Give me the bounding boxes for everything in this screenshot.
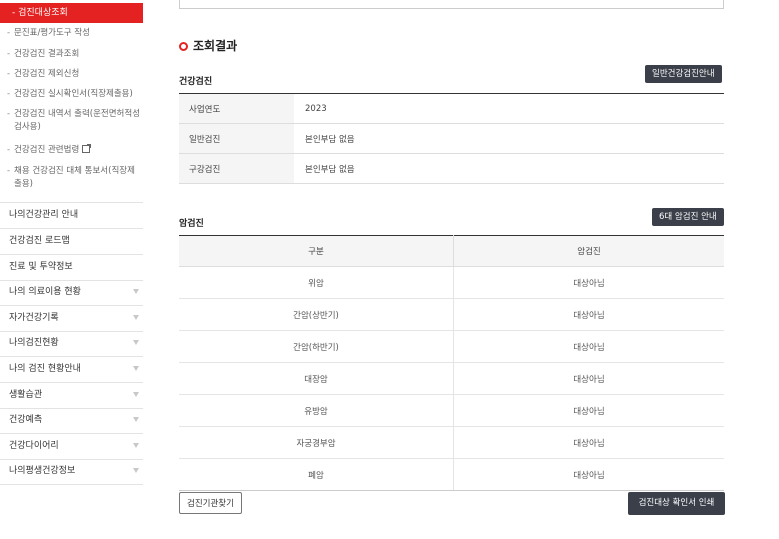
menu-item-lifestyle[interactable]: 생활습관 [0, 383, 143, 408]
sidebar-item-active[interactable]: - 검진대상조회 [0, 3, 143, 23]
sidebar-subitem-results[interactable]: 건강검진 결과조회 [7, 48, 142, 61]
table-row: 일반검진 본인부담 없음 [179, 123, 724, 154]
cancer-status: 대상아님 [453, 330, 724, 363]
page-title: 조회결과 [179, 37, 237, 54]
chevron-down-icon [133, 340, 139, 345]
table-row: 대장암 대상아님 [179, 362, 724, 395]
menu-item-self-record[interactable]: 자가건강기록 [0, 306, 143, 331]
menu-item-roadmap[interactable]: 건강검진 로드맵 [0, 229, 143, 254]
menu-item-diary[interactable]: 건강다이어리 [0, 434, 143, 459]
table-row: 위암 대상아님 [179, 266, 724, 299]
table-row: 유방암 대상아님 [179, 394, 724, 427]
search-form-box [179, 0, 724, 9]
row-value: 2023 [294, 93, 724, 124]
find-institution-button[interactable]: 검진기관찾기 [179, 492, 242, 514]
cancer-type: 자궁경부암 [179, 426, 454, 459]
location-pin-icon [179, 42, 188, 51]
sidebar-subitem-exclusion[interactable]: 건강검진 제외신청 [7, 68, 142, 81]
row-label: 사업연도 [179, 93, 294, 124]
cancer-type: 대장암 [179, 362, 454, 395]
menu-divider [0, 484, 143, 485]
sidebar-subitem-certificate[interactable]: 건강검진 실시확인서(직장제출용) [7, 88, 142, 101]
external-link-icon [82, 144, 92, 153]
row-value: 본인부담 없음 [294, 153, 724, 184]
sidebar-subitem-license-print[interactable]: 건강검진 내역서 출력(운전면허적성검사용) [7, 108, 142, 134]
menu-item-prediction[interactable]: 건강예측 [0, 408, 143, 433]
menu-item-health-guide[interactable]: 나의건강관리 안내 [0, 203, 143, 228]
chevron-down-icon [133, 392, 139, 397]
cancer-status: 대상아님 [453, 458, 724, 491]
sidebar-subitem-employment[interactable]: 채용 건강검진 대체 통보서(직장제출용) [7, 165, 142, 191]
chevron-down-icon [133, 417, 139, 422]
row-label: 일반검진 [179, 123, 294, 154]
sidebar-subitem-law[interactable]: 건강검진 관련법령 [7, 144, 142, 157]
chevron-down-icon [133, 468, 139, 473]
chevron-down-icon [133, 366, 139, 371]
chevron-down-icon [133, 289, 139, 294]
table-header-row: 구분 암검진 [179, 235, 724, 267]
table-row: 구강검진 본인부담 없음 [179, 153, 724, 184]
column-header: 암검진 [453, 235, 724, 267]
menu-item-treatment[interactable]: 진료 및 투약정보 [0, 255, 143, 280]
cancer-guide-button[interactable]: 6대 암검진 안내 [652, 208, 724, 226]
chevron-down-icon [133, 443, 139, 448]
general-checkup-guide-button[interactable]: 일반건강검진안내 [645, 65, 722, 83]
chevron-down-icon [133, 315, 139, 320]
sidebar-subitem-questionnaire[interactable]: 문진표/평가도구 작성 [7, 27, 142, 40]
print-certificate-button[interactable]: 검진대상 확인서 인쇄 [628, 492, 725, 515]
cancer-check-title: 암검진 [179, 219, 204, 229]
menu-item-medical-usage[interactable]: 나의 의료이용 현황 [0, 280, 143, 305]
health-check-title: 건강검진 [179, 77, 213, 87]
cancer-type: 위암 [179, 266, 454, 299]
cancer-status: 대상아님 [453, 362, 724, 395]
cancer-status: 대상아님 [453, 426, 724, 459]
cancer-type: 간암(하반기) [179, 330, 454, 363]
menu-item-lifetime-info[interactable]: 나의평생건강정보 [0, 459, 143, 484]
table-row: 사업연도 2023 [179, 93, 724, 124]
table-row: 폐암 대상아님 [179, 458, 724, 491]
table-row: 간암(하반기) 대상아님 [179, 330, 724, 363]
cancer-status: 대상아님 [453, 266, 724, 299]
row-label: 구강검진 [179, 153, 294, 184]
cancer-type: 유방암 [179, 394, 454, 427]
health-check-table: 사업연도 2023 일반검진 본인부담 없음 구강검진 본인부담 없음 [179, 93, 724, 184]
cancer-status: 대상아님 [453, 394, 724, 427]
menu-item-checkup-guide[interactable]: 나의 검진 현황안내 [0, 357, 143, 382]
cancer-status: 대상아님 [453, 298, 724, 331]
table-row: 자궁경부암 대상아님 [179, 426, 724, 459]
cancer-type: 간암(상반기) [179, 298, 454, 331]
cancer-type: 폐암 [179, 458, 454, 491]
cancer-check-table: 구분 암검진 위암 대상아님 간암(상반기) 대상아님 간암(하반기) 대상아님 대장… [179, 235, 724, 491]
table-row: 간암(상반기) 대상아님 [179, 298, 724, 331]
row-value: 본인부담 없음 [294, 123, 724, 154]
column-header: 구분 [179, 235, 454, 267]
menu-item-checkup-status[interactable]: 나의검진현황 [0, 331, 143, 356]
